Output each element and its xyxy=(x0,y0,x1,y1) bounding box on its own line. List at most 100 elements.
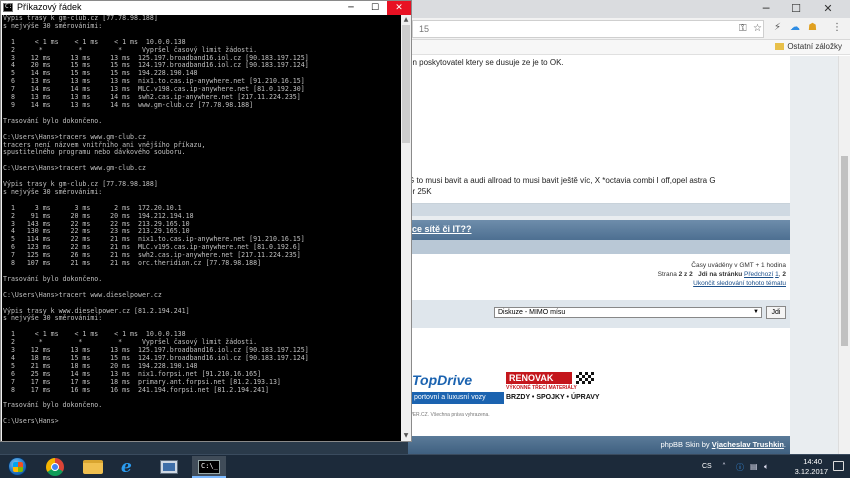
cmd-scrollbar-thumb[interactable] xyxy=(402,25,410,143)
console-line: C:\Users\Hans>tracert www.gm-club.cz xyxy=(3,164,146,173)
pagination-area: Časy uváděny v GMT + 1 hodina Strana 2 z… xyxy=(408,254,790,300)
banner-renovak[interactable]: RENOVAK VÝKONNÉ TŘECÍ MATERIÁLY BRZDY • … xyxy=(506,372,602,406)
forum-jump-value: Diskuze - MIMO mísu xyxy=(498,309,566,316)
command-prompt-icon: C:\_ xyxy=(198,460,220,474)
pagination: Strana 2 z 2 Jdi na stránku Předchozí 1,… xyxy=(657,271,786,278)
console-line: 8 107 ms 21 ms 21 ms orc.theridion.cz [7… xyxy=(3,259,262,268)
console-line: Trasování bylo dokončeno. xyxy=(3,274,103,283)
jump-box: Diskuze - MIMO mísu ▼ Jdi xyxy=(408,300,790,328)
console-line: 8 17 ms 16 ms 16 ms 241.194.forpsi.net [… xyxy=(3,385,269,394)
minimize-icon[interactable]: ─ xyxy=(754,0,778,18)
info-icon[interactable]: ⓘ xyxy=(736,462,744,473)
forum-jump-select[interactable]: Diskuze - MIMO mísu ▼ xyxy=(494,307,762,318)
checkered-flag-icon xyxy=(576,372,594,384)
goto-page-label: Jdi na stránku xyxy=(698,271,743,278)
cloud-icon[interactable]: ☁ xyxy=(790,21,800,35)
bookmark-folder-other[interactable]: Ostatní záložky xyxy=(775,42,842,51)
post-text: en poskytovatel ktery se dusuje ze je to… xyxy=(408,58,564,67)
console-line: spustitelného programu nebo dávkového so… xyxy=(3,148,186,157)
forum-page: en poskytovatel ktery se dusuje ze je to… xyxy=(408,56,838,454)
scroll-up-icon[interactable]: ▲ xyxy=(401,15,411,25)
topdrive-logo: TopDrive xyxy=(412,372,473,388)
post-panel: en poskytovatel ktery se dusuje ze je to… xyxy=(408,56,790,204)
renovak-subtitle: VÝKONNÉ TŘECÍ MATERIÁLY xyxy=(506,385,577,391)
chevron-up-icon[interactable]: ˄ xyxy=(722,462,726,471)
start-button[interactable] xyxy=(0,455,34,478)
star-icon[interactable]: ☆ xyxy=(753,22,762,36)
console-line: s nejvýše 30 směrováními: xyxy=(3,314,103,323)
taskbar: e C:\_ CS ˄ ⓘ ▤ 🔈︎ 14:40 3.12.2017 xyxy=(0,454,850,478)
page-link-1[interactable]: 1 xyxy=(775,271,779,278)
notification-icon[interactable] xyxy=(833,461,844,471)
skin-credit-author-link[interactable]: Vjacheslav Trushkin xyxy=(712,440,784,449)
chrome-icon xyxy=(46,458,64,476)
timezone-note: Časy uváděny v GMT + 1 hodina xyxy=(691,262,786,269)
console-output[interactable]: Výpis trasy k gm-club.cz [77.78.98.188] s… xyxy=(2,15,401,441)
console-lines: Výpis trasy k gm-club.cz [77.78.98.188] s… xyxy=(3,15,309,426)
browser-tab-bar: ─ ☐ ✕ xyxy=(408,0,850,18)
taskbar-chrome[interactable] xyxy=(38,456,72,478)
system-tray: CS ˄ ⓘ ▤ 🔈︎ 14:40 3.12.2017 xyxy=(680,455,850,478)
address-text: 15 xyxy=(419,24,430,34)
address-bar[interactable]: 15 ⚿ ☆ xyxy=(412,20,764,38)
page-side-margin xyxy=(790,56,838,454)
cmd-scrollbar[interactable]: ▲ ▼ xyxy=(401,15,411,441)
clock-date[interactable]: 3.12.2017 xyxy=(795,467,828,476)
skin-credit: phpBB Skin by Vjacheslav Trushkin. xyxy=(660,440,786,449)
console-line: 9 14 ms 13 ms 14 ms www.gm-club.cz [77.7… xyxy=(3,100,254,109)
network-icon[interactable]: ▤ xyxy=(750,462,758,471)
footer-bar: phpBB Skin by Vjacheslav Trushkin. xyxy=(408,436,790,454)
unsubscribe-topic-link[interactable]: Ukončit sledování tohoto tématu xyxy=(693,280,786,287)
clock-time[interactable]: 14:40 xyxy=(803,457,822,466)
banner-area: TopDrive portovní a luxusní vozy RENOVAK… xyxy=(408,328,790,408)
copyright-text: WER.CZ. Všechna práva vyhrazena. xyxy=(408,412,490,418)
console-line: C:\Users\Hans>tracert www.dieselpower.cz xyxy=(3,290,162,299)
taskbar-snipping-tool[interactable] xyxy=(152,456,186,478)
taskbar-internet-explorer[interactable]: e xyxy=(114,456,148,478)
topic-link[interactable]: ce sítě či IT?? xyxy=(412,224,472,234)
page-label: Strana xyxy=(657,271,677,278)
skin-credit-prefix: phpBB Skin by xyxy=(660,440,710,449)
key-icon[interactable]: ⚿ xyxy=(739,22,747,36)
console-line: C:\Users\Hans> xyxy=(3,417,59,426)
scroll-down-icon[interactable]: ▼ xyxy=(401,431,411,441)
folder-icon xyxy=(775,43,785,50)
folder-icon xyxy=(83,460,103,474)
minimize-icon[interactable]: ─ xyxy=(339,1,363,15)
browser-scrollbar-thumb[interactable] xyxy=(841,156,848,346)
maximize-icon[interactable]: ☐ xyxy=(784,0,808,18)
renovak-logo: RENOVAK xyxy=(506,372,572,384)
previous-page-link[interactable]: Předchozí xyxy=(744,271,773,278)
console-line: s nejvýše 30 směrováními: xyxy=(3,187,103,196)
volume-icon[interactable]: 🔈︎ xyxy=(764,462,769,472)
internet-explorer-icon: e xyxy=(121,457,132,477)
page-numbers: 2 z 2 xyxy=(678,271,693,278)
chevron-down-icon: ▼ xyxy=(753,309,759,315)
extension-lightning-icon[interactable]: ⚡ xyxy=(774,21,781,35)
bell-icon[interactable]: ☗ xyxy=(808,21,817,35)
taskbar-explorer[interactable] xyxy=(76,456,110,478)
console-line: Trasování bylo dokončeno. xyxy=(3,401,103,410)
close-icon[interactable]: ✕ xyxy=(816,0,840,18)
close-icon[interactable]: ✕ xyxy=(387,1,411,15)
cmd-title-bar[interactable]: C:\ Příkazový řádek ─ ☐ ✕ xyxy=(1,1,411,15)
browser-scrollbar[interactable] xyxy=(838,56,850,454)
post-divider xyxy=(408,204,790,216)
taskbar-command-prompt[interactable]: C:\_ xyxy=(192,456,226,478)
browser-window: ─ ☐ ✕ 15 ⚿ ☆ ⚡ ☁ ☗ ⋮ Ostatní záložky en … xyxy=(408,0,850,454)
command-prompt-window: C:\ Příkazový řádek ─ ☐ ✕ Výpis trasy k … xyxy=(0,0,412,442)
banner-topdrive[interactable]: TopDrive portovní a luxusní vozy xyxy=(412,372,504,406)
snipping-tool-icon xyxy=(160,460,178,474)
post-signature: G to musi bavit a audi allroad to musi b… xyxy=(408,176,716,185)
renovak-tagline: BRZDY • SPOJKY • ÚPRAVY xyxy=(506,394,600,401)
language-indicator[interactable]: CS xyxy=(702,463,712,470)
console-line: Trasování bylo dokončeno. xyxy=(3,116,103,125)
bookmarks-bar: Ostatní záložky xyxy=(408,40,850,55)
topic-divider xyxy=(408,240,790,254)
console-icon: C:\ xyxy=(3,3,16,12)
maximize-icon[interactable]: ☐ xyxy=(363,1,387,15)
menu-icon[interactable]: ⋮ xyxy=(832,21,842,35)
topdrive-tagline: portovní a luxusní vozy xyxy=(412,392,504,404)
jump-go-button[interactable]: Jdi xyxy=(766,306,786,319)
browser-toolbar: 15 ⚿ ☆ ⚡ ☁ ☗ ⋮ xyxy=(408,18,850,40)
